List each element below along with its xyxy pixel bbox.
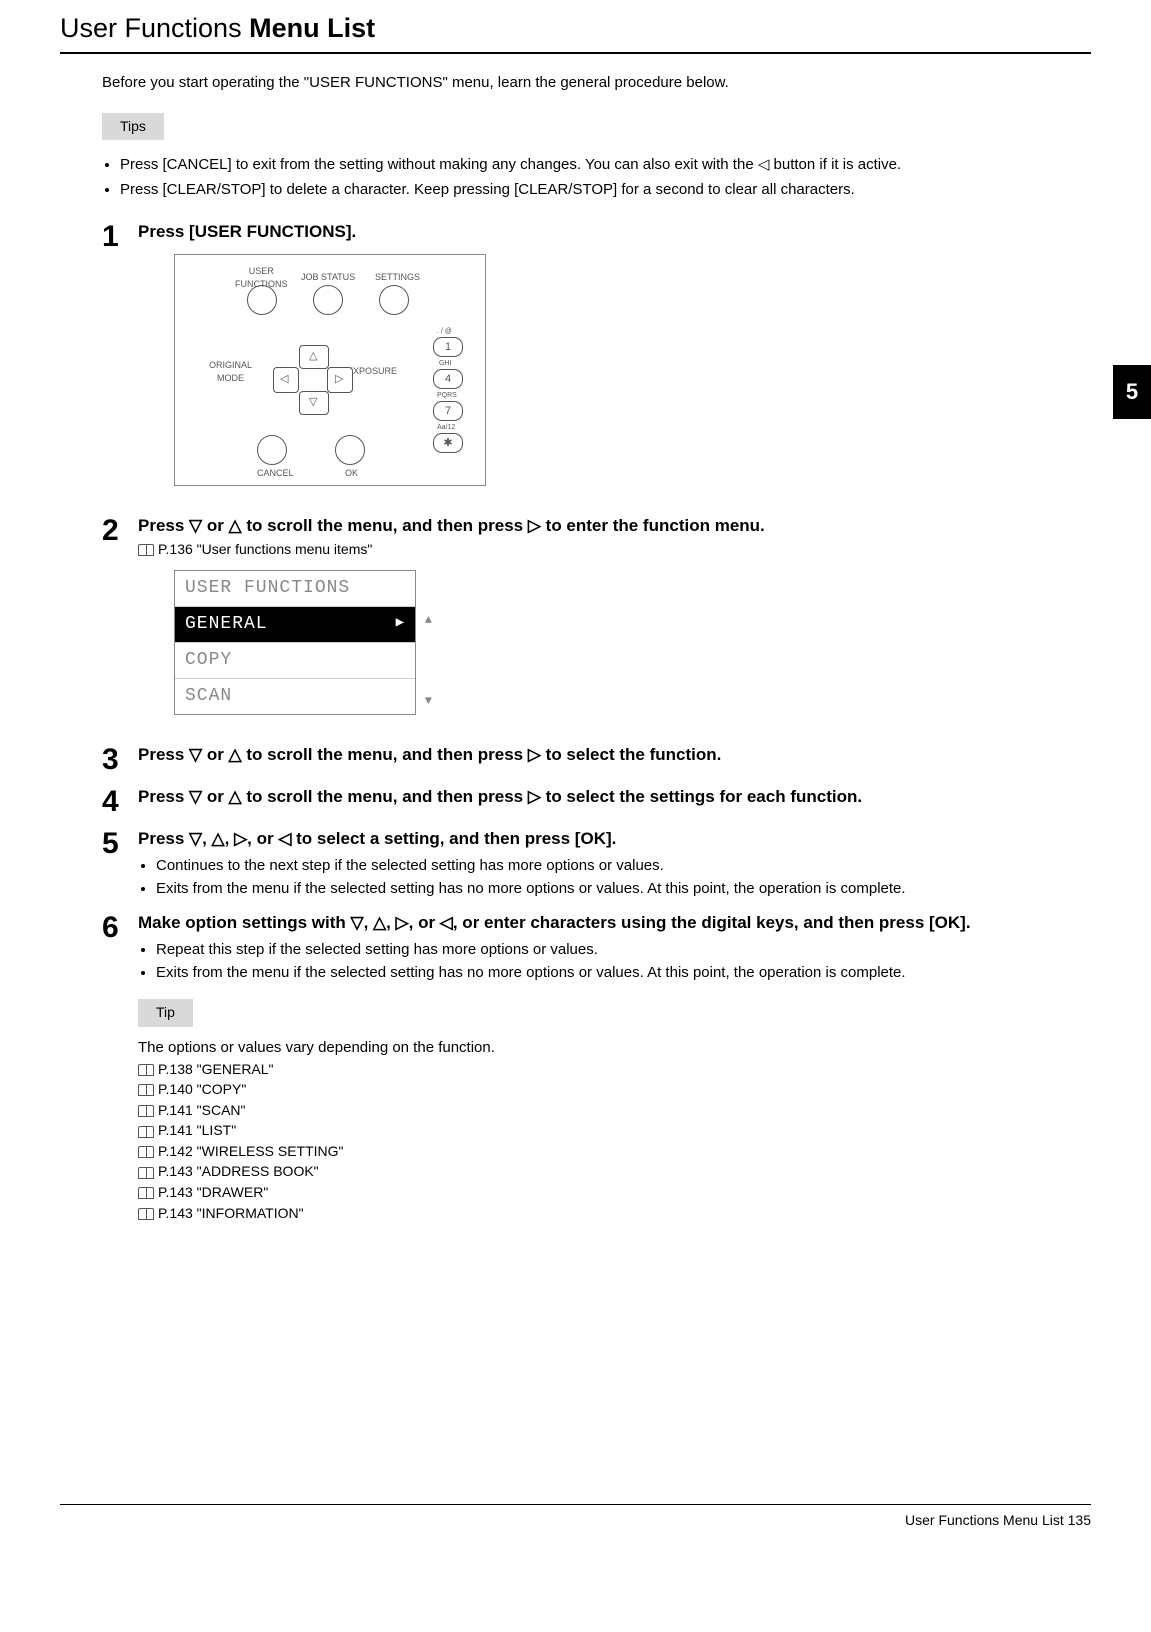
dpad-right-button: ▷: [327, 367, 353, 393]
step-heading: Press ▽ or △ to scroll the menu, and the…: [138, 785, 1091, 809]
dpad-down-button: ▽: [299, 391, 329, 415]
chapter-tab: 5: [1113, 365, 1151, 419]
key7-sup: PQRS: [437, 391, 457, 401]
numpad-key-4: 4: [433, 369, 463, 389]
control-panel-illustration: USER FUNCTIONS JOB STATUS SETTINGS ORIGI…: [174, 254, 486, 486]
page-footer: User Functions Menu List 135: [0, 1504, 1151, 1531]
numpad-key-1: 1: [433, 337, 463, 357]
lcd-item: SCAN ▼: [175, 679, 415, 714]
step-1: 1 Press [USER FUNCTIONS]. USER FUNCTIONS…: [102, 220, 1091, 504]
book-icon: [138, 1126, 154, 1138]
keystar-sup: Aa/12: [437, 423, 455, 433]
step-sub-bullets: Continues to the next step if the select…: [138, 855, 1091, 899]
step-number: 5: [102, 827, 138, 901]
step-ref: P.136 "User functions menu items": [138, 540, 1091, 560]
page-title: User Functions Menu List: [60, 10, 1091, 48]
step-6: 6 Make option settings with ▽, △, ▷, or …: [102, 911, 1091, 1224]
sub-bullet: Exits from the menu if the selected sett…: [156, 878, 1091, 899]
step-heading: Press ▽ or △ to scroll the menu, and the…: [138, 514, 1091, 538]
step-heading: Press ▽ or △ to scroll the menu, and the…: [138, 743, 1091, 767]
label-cancel: CANCEL: [257, 467, 294, 480]
label-settings: SETTINGS: [375, 271, 420, 284]
sub-bullet: Exits from the menu if the selected sett…: [156, 962, 1091, 983]
dpad-left-button: ◁: [273, 367, 299, 393]
tips-item: Press [CLEAR/STOP] to delete a character…: [120, 179, 1091, 200]
label-ok: OK: [345, 467, 358, 480]
step-number: 2: [102, 514, 138, 733]
key1-sup: . / @: [437, 327, 452, 337]
tip-label: Tip: [138, 999, 193, 1027]
tips-list: Press [CANCEL] to exit from the setting …: [102, 154, 1091, 200]
step-2: 2 Press ▽ or △ to scroll the menu, and t…: [102, 514, 1091, 733]
numpad-key-star: ✱: [433, 433, 463, 453]
sub-bullet: Repeat this step if the selected setting…: [156, 939, 1091, 960]
book-icon: [138, 1187, 154, 1199]
step-heading: Make option settings with ▽, △, ▷, or ◁,…: [138, 911, 1091, 935]
ok-button: [335, 435, 365, 465]
tip-intro: The options or values vary depending on …: [138, 1037, 1091, 1058]
label-exposure: EXPOSURE: [347, 365, 397, 378]
book-icon: [138, 1146, 154, 1158]
step-5: 5 Press ▽, △, ▷, or ◁ to select a settin…: [102, 827, 1091, 901]
scroll-down-icon: ▼: [425, 693, 433, 710]
numpad-key-7: 7: [433, 401, 463, 421]
tip-refs: P.138 "GENERAL" P.140 "COPY" P.141 "SCAN…: [138, 1060, 1091, 1224]
book-icon: [138, 1208, 154, 1220]
book-icon: [138, 1064, 154, 1076]
step-3: 3 Press ▽ or △ to scroll the menu, and t…: [102, 743, 1091, 775]
lcd-title-row: USER FUNCTIONS: [175, 571, 415, 607]
step-number: 4: [102, 785, 138, 817]
dpad-up-button: △: [299, 345, 329, 369]
title-part2: Menu List: [249, 13, 375, 43]
settings-button: [379, 285, 409, 315]
step-number: 3: [102, 743, 138, 775]
step-heading: Press ▽, △, ▷, or ◁ to select a setting,…: [138, 827, 1091, 851]
lcd-item: COPY: [175, 643, 415, 679]
key4-sup: GHI: [439, 359, 451, 369]
step-4: 4 Press ▽ or △ to scroll the menu, and t…: [102, 785, 1091, 817]
label-job-status: JOB STATUS: [301, 271, 355, 284]
scroll-up-icon: ▲: [425, 612, 433, 629]
lcd-item-selected: GENERAL ▶ ▲: [175, 607, 415, 643]
lcd-menu-illustration: USER FUNCTIONS GENERAL ▶ ▲ COPY SCAN ▼: [174, 570, 416, 716]
book-icon: [138, 1167, 154, 1179]
user-functions-button: [247, 285, 277, 315]
step-number: 6: [102, 911, 138, 1224]
footer-text: User Functions Menu List 135: [60, 1505, 1091, 1531]
job-status-button: [313, 285, 343, 315]
step-number: 1: [102, 220, 138, 504]
tips-item: Press [CANCEL] to exit from the setting …: [120, 154, 1091, 175]
step-sub-bullets: Repeat this step if the selected setting…: [138, 939, 1091, 983]
title-divider: [60, 52, 1091, 54]
book-icon: [138, 1105, 154, 1117]
sub-bullet: Continues to the next step if the select…: [156, 855, 1091, 876]
chevron-right-icon: ▶: [396, 615, 405, 635]
cancel-button: [257, 435, 287, 465]
step-heading: Press [USER FUNCTIONS].: [138, 220, 1091, 244]
book-icon: [138, 544, 154, 556]
label-original-mode: ORIGINAL MODE: [209, 359, 252, 384]
intro-text: Before you start operating the "USER FUN…: [102, 72, 1091, 93]
tips-label: Tips: [102, 113, 164, 141]
title-part1: User Functions: [60, 13, 242, 43]
book-icon: [138, 1084, 154, 1096]
